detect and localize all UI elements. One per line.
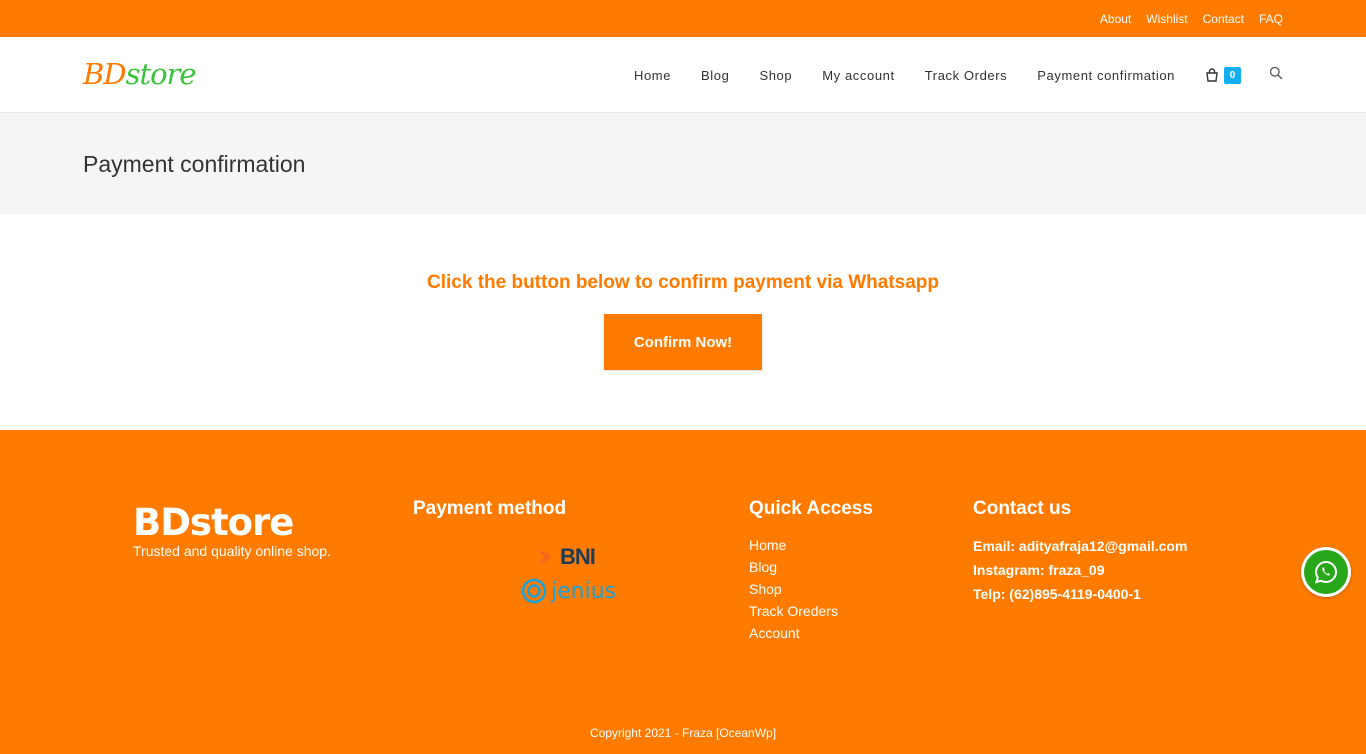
site-logo[interactable]: BDstore (83, 57, 197, 91)
confirm-now-button[interactable]: Confirm Now! (604, 314, 762, 370)
whatsapp-icon (1304, 550, 1348, 594)
page-title: Payment confirmation (83, 151, 306, 177)
contact-email: Email: adityafraja12@gmail.com (973, 538, 1188, 554)
footer-link-home[interactable]: Home (749, 534, 873, 556)
search-button[interactable] (1269, 66, 1283, 85)
nav-item-home[interactable]: Home (634, 68, 671, 83)
jenius-logo-text: jenius (551, 578, 617, 604)
contact-instagram: Instagram: fraza_09 (973, 562, 1105, 578)
site-footer: BDstore Trusted and quality online shop.… (0, 430, 1366, 754)
footer-quick-access-column: Quick Access Home Blog Shop Track Oreder… (749, 498, 873, 644)
site-header: BDstore Home Blog Shop My account Track … (0, 37, 1366, 113)
footer-link-account[interactable]: Account (749, 622, 873, 644)
main-nav: Home Blog Shop My account Track Orders P… (604, 37, 1283, 113)
bni-logo: BNI (539, 544, 641, 570)
contact-phone: Telp: (62)895-4119-0400-1 (973, 586, 1141, 602)
top-bar-nav: About Wishlist Contact FAQ (1100, 0, 1283, 37)
bank-logos: BNI jenius (521, 544, 641, 604)
topbar-link-about[interactable]: About (1100, 12, 1131, 26)
logo-part-store: store (125, 57, 197, 91)
topbar-link-contact[interactable]: Contact (1203, 12, 1244, 26)
contact-us-heading: Contact us (973, 498, 1072, 519)
jenius-logo: jenius (521, 578, 641, 604)
footer-logo: BDstore (133, 501, 294, 544)
topbar-link-faq[interactable]: FAQ (1259, 12, 1283, 26)
footer-link-track-orders[interactable]: Track Oreders (749, 600, 873, 622)
cart-count-badge: 0 (1224, 66, 1241, 84)
top-bar: About Wishlist Contact FAQ (0, 0, 1366, 37)
topbar-link-wishlist[interactable]: Wishlist (1146, 12, 1187, 26)
footer-tagline: Trusted and quality online shop. (133, 543, 331, 559)
logo-part-bd: BD (83, 57, 127, 91)
nav-item-my-account[interactable]: My account (822, 68, 894, 83)
cart-button[interactable]: 0 (1205, 66, 1241, 84)
nav-item-payment-confirmation[interactable]: Payment confirmation (1037, 68, 1175, 83)
footer-brand-column: BDstore Trusted and quality online shop. (133, 498, 331, 560)
quick-access-heading: Quick Access (749, 498, 873, 519)
footer-contact-column: Contact us Email: adityafraja12@gmail.co… (973, 498, 1187, 606)
footer-link-blog[interactable]: Blog (749, 556, 873, 578)
bni-logo-text: BNI (560, 544, 596, 569)
bni-mark-icon (539, 550, 551, 564)
footer-payment-column: Payment method BNI jenius (413, 498, 653, 638)
search-icon (1269, 66, 1283, 85)
jenius-mark-icon (521, 578, 547, 604)
copyright-text: Copyright 2021 - Fraza [OceanWp] (589, 726, 777, 740)
nav-item-track-orders[interactable]: Track Orders (925, 68, 1008, 83)
shopping-bag-icon (1205, 68, 1219, 82)
footer-link-shop[interactable]: Shop (749, 578, 873, 600)
whatsapp-float-button[interactable] (1301, 547, 1351, 597)
payment-method-heading: Payment method (413, 498, 567, 519)
main-content: Click the button below to confirm paymen… (0, 214, 1366, 430)
nav-item-blog[interactable]: Blog (701, 68, 729, 83)
page-header: Payment confirmation (0, 113, 1366, 214)
nav-item-shop[interactable]: Shop (759, 68, 792, 83)
confirm-instruction-text: Click the button below to confirm paymen… (427, 272, 939, 293)
